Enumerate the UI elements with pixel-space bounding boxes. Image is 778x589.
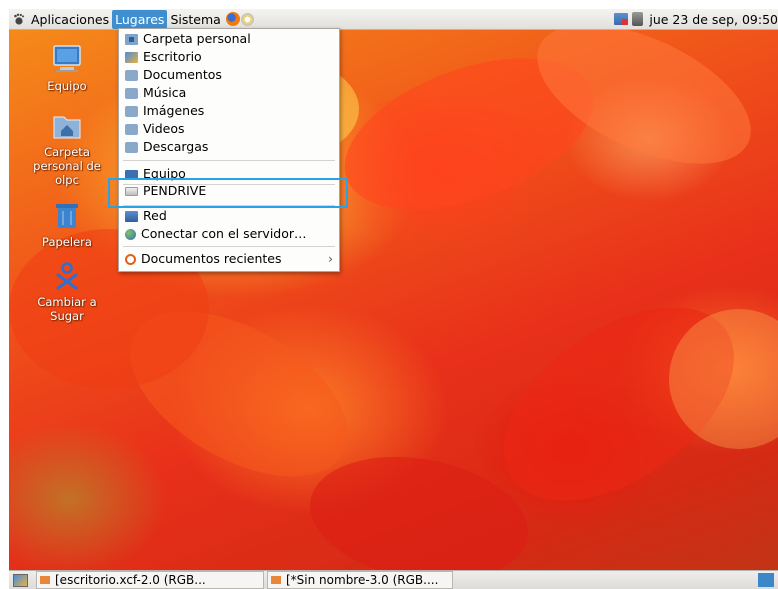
desktop-icon-carpeta-personal[interactable]: Carpeta personal de olpc xyxy=(32,112,102,187)
gnome-foot-icon[interactable] xyxy=(13,13,25,26)
gimp-window-icon xyxy=(40,576,50,584)
show-desktop-icon[interactable] xyxy=(13,573,28,587)
firefox-icon[interactable] xyxy=(225,12,240,26)
gimp-window-icon xyxy=(271,576,281,584)
battery-icon[interactable] xyxy=(632,12,644,26)
sugar-xo-icon xyxy=(56,262,78,290)
desktop-icon-papelera[interactable]: Papelera xyxy=(32,202,102,249)
menu-separator xyxy=(123,205,335,206)
network-icon xyxy=(125,210,138,222)
home-folder-icon xyxy=(53,116,81,139)
folder-icon xyxy=(125,87,138,99)
menu-lugares[interactable]: Lugares xyxy=(112,9,168,29)
workspace-switcher[interactable] xyxy=(758,573,774,587)
menu-item-label: Descargas xyxy=(143,139,209,154)
computer-icon xyxy=(53,45,81,72)
menu-item-escritorio[interactable]: Escritorio xyxy=(119,48,339,66)
trash-icon xyxy=(56,204,78,228)
recent-icon xyxy=(125,253,136,265)
menu-separator xyxy=(123,246,335,247)
menu-item-documentos[interactable]: Documentos xyxy=(119,66,339,84)
menu-item-label: Escritorio xyxy=(143,49,202,64)
globe-icon xyxy=(125,228,136,240)
home-folder-icon xyxy=(125,33,138,45)
folder-icon xyxy=(125,105,138,117)
menu-sistema[interactable]: Sistema xyxy=(167,10,223,29)
task-escritorio-xcf[interactable]: [escritorio.xcf-2.0 (RGB... xyxy=(36,571,264,589)
menu-item-descargas[interactable]: Descargas xyxy=(119,138,339,156)
menu-item-label: Equipo xyxy=(143,166,186,181)
menu-item-equipo[interactable]: Equipo xyxy=(119,165,339,183)
menu-aplicaciones[interactable]: Aplicaciones xyxy=(28,10,112,29)
menu-item-label: Documentos xyxy=(143,67,222,82)
menu-item-imagenes[interactable]: Imágenes xyxy=(119,102,339,120)
usb-drive-icon xyxy=(125,186,138,196)
folder-icon xyxy=(125,123,138,135)
desktop-icon-label: Cambiar a Sugar xyxy=(37,295,97,323)
menu-item-label: Carpeta personal xyxy=(143,31,251,46)
menu-item-label: Documentos recientes xyxy=(141,251,282,266)
desktop-icon-label: Equipo xyxy=(47,79,87,93)
clock[interactable]: jue 23 de sep, 09:50 xyxy=(649,12,778,27)
task-sin-nombre[interactable]: [*Sin nombre-3.0 (RGB.... xyxy=(267,571,453,589)
folder-icon xyxy=(125,69,138,81)
menu-item-pendrive[interactable]: PENDRIVE xyxy=(119,182,339,200)
desktop-icon xyxy=(125,51,138,63)
menu-item-carpeta-personal[interactable]: Carpeta personal xyxy=(119,30,339,48)
desktop-icon-label: Carpeta personal de olpc xyxy=(33,145,101,187)
desktop-icon-cambiar-a-sugar[interactable]: Cambiar a Sugar xyxy=(32,262,102,323)
menu-separator xyxy=(123,160,335,161)
folder-icon xyxy=(125,141,138,153)
menu-item-videos[interactable]: Videos xyxy=(119,120,339,138)
menu-item-conectar-servidor[interactable]: Conectar con el servidor… xyxy=(119,225,339,243)
submenu-arrow-icon: › xyxy=(328,251,333,266)
menu-item-musica[interactable]: Música xyxy=(119,84,339,102)
menu-item-red[interactable]: Red xyxy=(119,207,339,225)
desktop-icon-equipo[interactable]: Equipo xyxy=(32,44,102,93)
menu-item-label: Música xyxy=(143,85,187,100)
network-status-icon[interactable] xyxy=(614,13,629,25)
menu-item-label: Conectar con el servidor… xyxy=(141,226,307,241)
menu-item-label: PENDRIVE xyxy=(143,183,207,198)
menu-item-documentos-recientes[interactable]: Documentos recientes › xyxy=(119,250,339,268)
desktop-icon-label: Papelera xyxy=(42,235,92,249)
panel-tray: jue 23 de sep, 09:50 xyxy=(614,9,778,29)
menu-item-label: Videos xyxy=(143,121,185,136)
computer-icon xyxy=(125,169,138,179)
task-label: [*Sin nombre-3.0 (RGB.... xyxy=(286,573,439,587)
menu-item-label: Red xyxy=(143,208,167,223)
menu-item-label: Imágenes xyxy=(143,103,205,118)
places-menu: Carpeta personal Escritorio Documentos M… xyxy=(118,28,340,272)
task-label: [escritorio.xcf-2.0 (RGB... xyxy=(55,573,206,587)
help-icon[interactable] xyxy=(240,12,254,26)
top-panel: Aplicaciones Lugares Sistema jue 23 de s… xyxy=(9,9,778,30)
bottom-panel: [escritorio.xcf-2.0 (RGB... [*Sin nombre… xyxy=(9,570,778,589)
